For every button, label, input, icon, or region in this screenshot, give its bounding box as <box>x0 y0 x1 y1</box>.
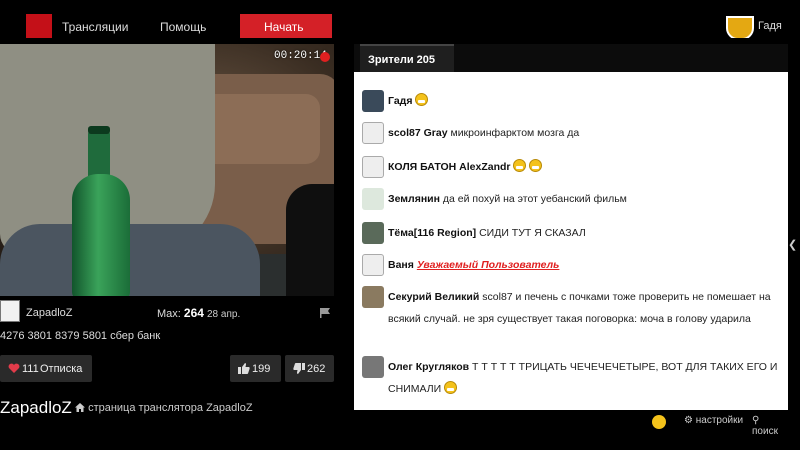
tab-viewers-label: Зрители 205 <box>368 54 436 66</box>
chat-panel: Зрители 205 Гадя scol87 Gray микроинфарк… <box>354 44 788 410</box>
laugh-emoji-icon <box>415 93 429 106</box>
nav-broadcasts[interactable]: Трансляции <box>62 20 128 34</box>
chat-nick[interactable]: Гадя <box>388 95 412 107</box>
start-broadcast-label: Начать <box>264 20 304 34</box>
top-user-name[interactable]: Гадя <box>758 20 782 32</box>
laugh-emoji-icon <box>444 381 458 394</box>
chat-message: Ваня Уважаемый Пользователь <box>362 254 782 276</box>
chat-text[interactable]: Уважаемый Пользователь <box>417 259 560 271</box>
chat-avatar[interactable] <box>362 122 384 144</box>
video-scene-jeans <box>0 224 260 296</box>
chat-avatar[interactable] <box>362 156 384 178</box>
page-streamer-title: ZapadloZ <box>0 398 72 417</box>
chat-text: СИДИ ТУТ Я СКАЗАЛ <box>479 227 586 239</box>
home-icon <box>75 403 85 412</box>
top-bar: Трансляции Помощь Начать Гадя <box>0 0 800 38</box>
video-scene-cushion <box>200 94 320 164</box>
app-root: Трансляции Помощь Начать Гадя 00:20:14 Z… <box>0 0 800 450</box>
laugh-emoji-icon <box>529 159 543 172</box>
chat-nick[interactable]: Секурий Великий <box>388 291 479 303</box>
streamer-page-link-text: страница транслятора ZapadloZ <box>88 402 253 414</box>
start-broadcast-button[interactable]: Начать <box>240 14 332 38</box>
max-viewers-label: Max: <box>157 308 181 320</box>
stream-description: 4276 3801 8379 5801 сбер банк <box>0 330 161 342</box>
chat-avatar[interactable] <box>362 286 384 308</box>
streamer-page-link[interactable]: страница транслятора ZapadloZ <box>75 402 253 414</box>
unsubscribe-button[interactable]: 111 Отписка <box>0 355 92 382</box>
site-logo[interactable] <box>26 14 52 38</box>
video-scene-bottle-cap <box>88 126 110 134</box>
chat-message: scol87 Gray микроинфарктом мозга да <box>362 122 782 144</box>
streamer-avatar[interactable] <box>0 300 20 322</box>
chat-nick[interactable]: Олег Кругляков <box>388 361 469 373</box>
chat-search-button[interactable]: ⚲ поиск <box>752 415 788 437</box>
chat-message: Гадя <box>362 90 782 112</box>
dislike-count: 262 <box>307 363 326 375</box>
chat-avatar[interactable] <box>362 188 384 210</box>
stream-info: ZapadloZ Max: 264 28 апр. 4276 3801 8379… <box>0 298 338 350</box>
chat-tab-bar: Зрители 205 <box>354 44 788 72</box>
max-viewers-value: 264 <box>183 306 204 320</box>
report-flag-icon[interactable] <box>320 308 331 318</box>
video-scene-bag <box>286 184 334 296</box>
chat-nick[interactable]: КОЛЯ БАТОН AlexZandr <box>388 161 511 173</box>
live-indicator-icon <box>320 52 330 62</box>
laugh-emoji-icon <box>513 159 527 172</box>
chat-search-label: поиск <box>752 426 778 437</box>
like-button[interactable]: 199 <box>230 355 281 382</box>
stream-timer: 00:20:14 <box>274 50 327 62</box>
video-player[interactable]: 00:20:14 <box>0 44 334 296</box>
chat-text: микроинфарктом мозга да <box>450 127 580 139</box>
nav-help[interactable]: Помощь <box>160 20 206 34</box>
chat-message: Секурий Великий scol87 и печень с почкам… <box>362 286 782 352</box>
video-scene-bottle-neck <box>88 130 110 180</box>
chat-nick[interactable]: scol87 Gray <box>388 127 448 139</box>
chat-avatar[interactable] <box>362 254 384 276</box>
chat-avatar[interactable] <box>362 356 384 378</box>
thumbs-up-icon <box>238 363 250 374</box>
like-count: 199 <box>252 363 271 375</box>
chat-avatar[interactable] <box>362 222 384 244</box>
user-avatar[interactable] <box>726 16 754 38</box>
emoji-picker-icon[interactable] <box>652 415 666 429</box>
chat-nick[interactable]: Землянин <box>388 193 440 205</box>
chat-message: Тёма[116 Region] СИДИ ТУТ Я СКАЗАЛ <box>362 222 782 244</box>
unsubscribe-count: 111 <box>22 363 39 375</box>
video-scene-bottle <box>72 174 130 296</box>
chevron-left-icon[interactable]: ❮ <box>788 238 800 251</box>
chat-settings-label: настройки <box>695 415 744 426</box>
streamer-name[interactable]: ZapadloZ <box>26 307 72 319</box>
max-viewers: Max: 264 28 апр. <box>157 306 240 320</box>
chat-avatar[interactable] <box>362 90 384 112</box>
chat-nick[interactable]: Ваня <box>388 259 414 271</box>
max-viewers-date: 28 апр. <box>207 309 241 320</box>
heart-icon <box>8 363 20 373</box>
tab-viewers[interactable]: Зрители 205 <box>360 44 454 72</box>
thumbs-down-icon <box>293 363 305 374</box>
dislike-button[interactable]: 262 <box>285 355 334 382</box>
chat-text: да ей похуй на этот уебанский фильм <box>442 193 627 205</box>
chat-messages[interactable]: Гадя scol87 Gray микроинфарктом мозга да… <box>354 72 788 410</box>
chat-message: Землянин да ей похуй на этот уебанский ф… <box>362 188 782 210</box>
chat-nick[interactable]: Тёма[116 Region] <box>388 227 476 239</box>
chat-settings-button[interactable]: ⚙ настройки <box>684 415 743 426</box>
chat-message: КОЛЯ БАТОН AlexZandr <box>362 156 782 178</box>
unsubscribe-label: Отписка <box>40 363 83 375</box>
chat-message: Олег Кругляков Т Т Т Т Т ТРИЦАТЬ ЧЕЧЕЧЕЧ… <box>362 356 782 400</box>
chat-footer: ⚙ настройки ⚲ поиск <box>354 410 788 450</box>
